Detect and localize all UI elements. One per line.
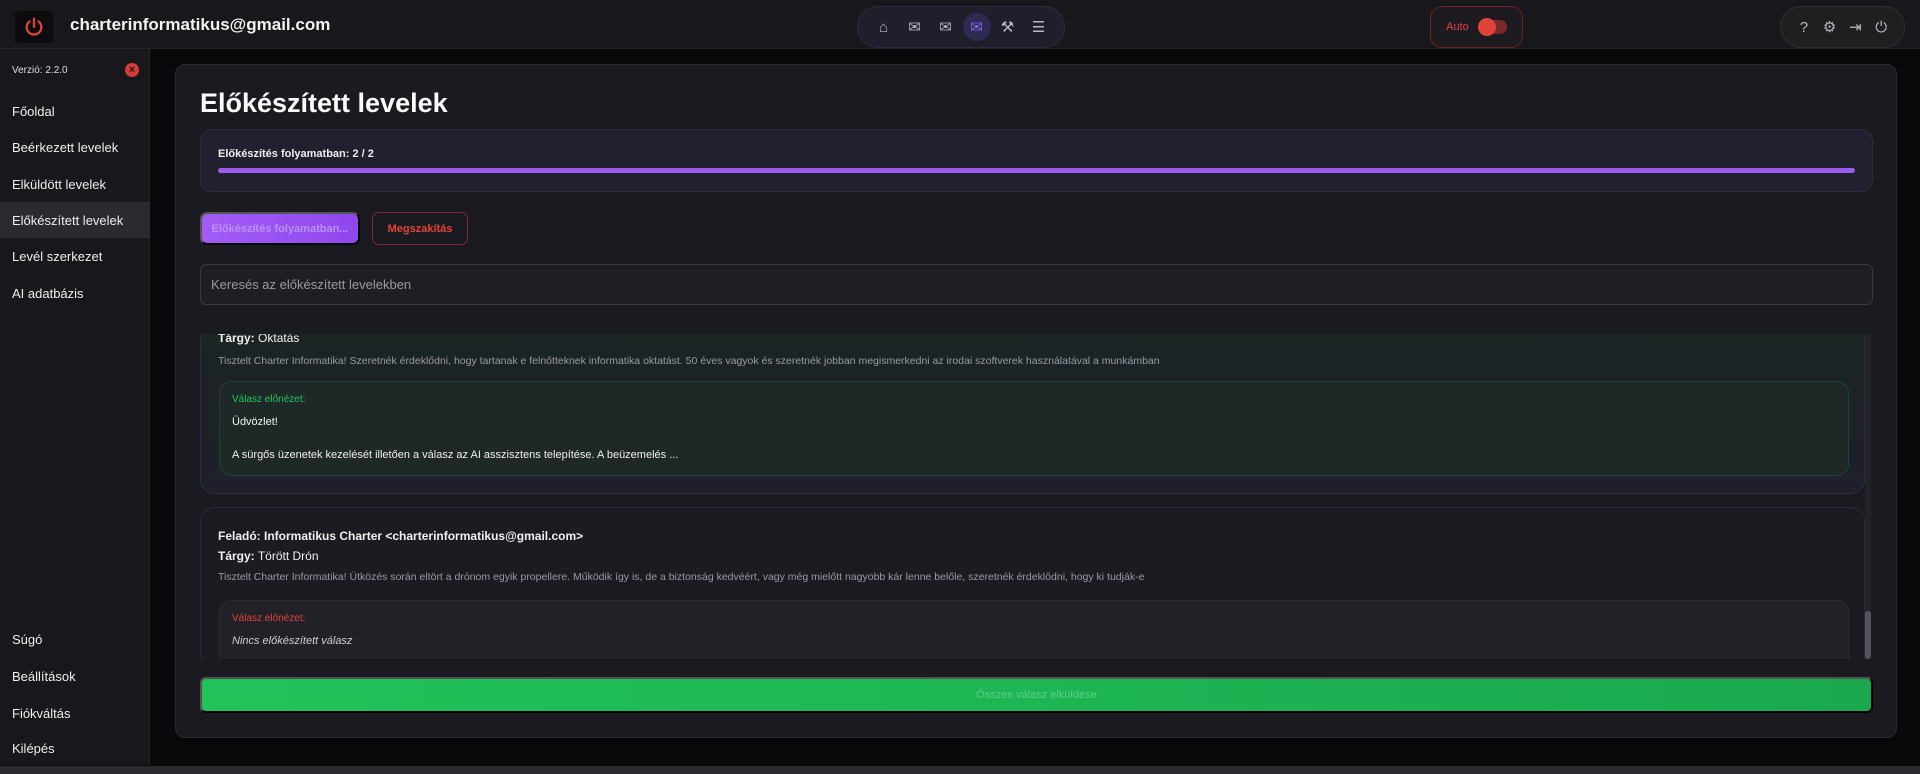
scrollbar-thumb[interactable] bbox=[1865, 611, 1871, 659]
app-logo bbox=[15, 11, 53, 43]
progress-bar bbox=[218, 168, 1855, 173]
account-email: charterinformatikus@gmail.com bbox=[70, 15, 331, 34]
email-body: Tisztelt Charter Informatika! Ütközés so… bbox=[218, 571, 1145, 583]
sidebar-item-help[interactable]: Súgó bbox=[0, 621, 150, 657]
sidebar-item-switch-account[interactable]: Fiókváltás bbox=[0, 695, 150, 731]
reply-preview: Válasz előnézet: Nincs előkészített vála… bbox=[219, 600, 1849, 659]
utility-nav: ? ⚙ ⇥ ⏻ bbox=[1780, 6, 1905, 48]
reply-empty-text: Nincs előkészített válasz bbox=[232, 635, 353, 647]
auto-toggle[interactable]: Auto bbox=[1430, 6, 1523, 48]
email-sender: Feladó: Informatikus Charter <charterinf… bbox=[218, 529, 584, 543]
power-icon[interactable]: ⏻ bbox=[1868, 13, 1894, 41]
database-icon[interactable]: ☰ bbox=[1025, 13, 1053, 41]
email-list: Tárgy: Oktatás Tisztelt Charter Informat… bbox=[200, 334, 1873, 659]
tools-icon[interactable]: ⚒ bbox=[994, 13, 1022, 41]
progress-card bbox=[200, 129, 1873, 192]
power-logo-icon bbox=[25, 17, 43, 36]
send-all-button[interactable]: Összes válasz elküldése bbox=[200, 677, 1873, 713]
sidebar-item-logout[interactable]: Kilépés bbox=[0, 730, 150, 766]
page-title: Előkészített levelek bbox=[200, 88, 448, 118]
os-taskbar bbox=[0, 766, 1920, 774]
email-card[interactable]: Feladó: Informatikus Charter <charterinf… bbox=[200, 507, 1865, 659]
gear-icon[interactable]: ⚙ bbox=[1817, 13, 1843, 41]
sidebar-item-home[interactable]: Főoldal bbox=[0, 93, 150, 129]
email-subject: Tárgy: Oktatás bbox=[218, 334, 300, 345]
search-input[interactable] bbox=[200, 264, 1873, 305]
switch-account-icon[interactable]: ⇥ bbox=[1843, 13, 1869, 41]
sidebar-item-sent[interactable]: Elküldött levelek bbox=[0, 166, 150, 202]
top-bar: charterinformatikus@gmail.com ⌂ ✉ ✉︎ ✉ ⚒… bbox=[0, 0, 1920, 49]
reply-text: A sürgős üzenetek kezelését illetően a v… bbox=[232, 449, 679, 461]
sidebar-item-structure[interactable]: Levél szerkezet bbox=[0, 238, 150, 274]
progress-label: Előkészítés folyamatban: 2 / 2 bbox=[218, 148, 374, 160]
progress-fill bbox=[218, 168, 1855, 173]
mail-prepared-icon[interactable]: ✉ bbox=[962, 13, 991, 41]
home-icon[interactable]: ⌂ bbox=[870, 13, 898, 41]
reply-preview-label: Válasz előnézet: bbox=[232, 394, 306, 405]
sidebar-item-ai-database[interactable]: AI adatbázis bbox=[0, 275, 150, 311]
auto-label: Auto bbox=[1446, 21, 1469, 33]
email-card[interactable]: Tárgy: Oktatás Tisztelt Charter Informat… bbox=[200, 334, 1865, 494]
auto-switch[interactable] bbox=[1477, 18, 1507, 36]
mail-icon[interactable]: ✉ bbox=[901, 13, 929, 41]
version-label: Verzió: 2.2.0 bbox=[12, 65, 68, 76]
reply-greeting: Üdvözlet! bbox=[232, 416, 278, 428]
mail-check-icon[interactable]: ✉︎ bbox=[932, 13, 960, 41]
list-scrollbar[interactable] bbox=[1865, 334, 1871, 659]
help-icon[interactable]: ? bbox=[1791, 13, 1817, 41]
sidebar-item-settings[interactable]: Beállítások bbox=[0, 658, 150, 694]
sidebar-item-inbox[interactable]: Beérkezett levelek bbox=[0, 129, 150, 165]
prepare-button[interactable]: Előkészítés folyamatban... bbox=[200, 212, 360, 245]
reply-preview: Válasz előnézet: Üdvözlet! A sürgős üzen… bbox=[219, 381, 1849, 476]
main-nav: ⌂ ✉ ✉︎ ✉ ⚒ ☰ bbox=[857, 6, 1065, 48]
close-icon[interactable]: × bbox=[125, 63, 139, 77]
sidebar-item-prepared[interactable]: Előkészített levelek bbox=[0, 202, 150, 238]
email-body: Tisztelt Charter Informatika! Szeretnék … bbox=[218, 355, 1160, 367]
reply-preview-label: Válasz előnézet: bbox=[232, 613, 306, 624]
email-subject: Tárgy: Törött Drón bbox=[218, 549, 319, 563]
cancel-button[interactable]: Megszakítás bbox=[372, 212, 468, 245]
